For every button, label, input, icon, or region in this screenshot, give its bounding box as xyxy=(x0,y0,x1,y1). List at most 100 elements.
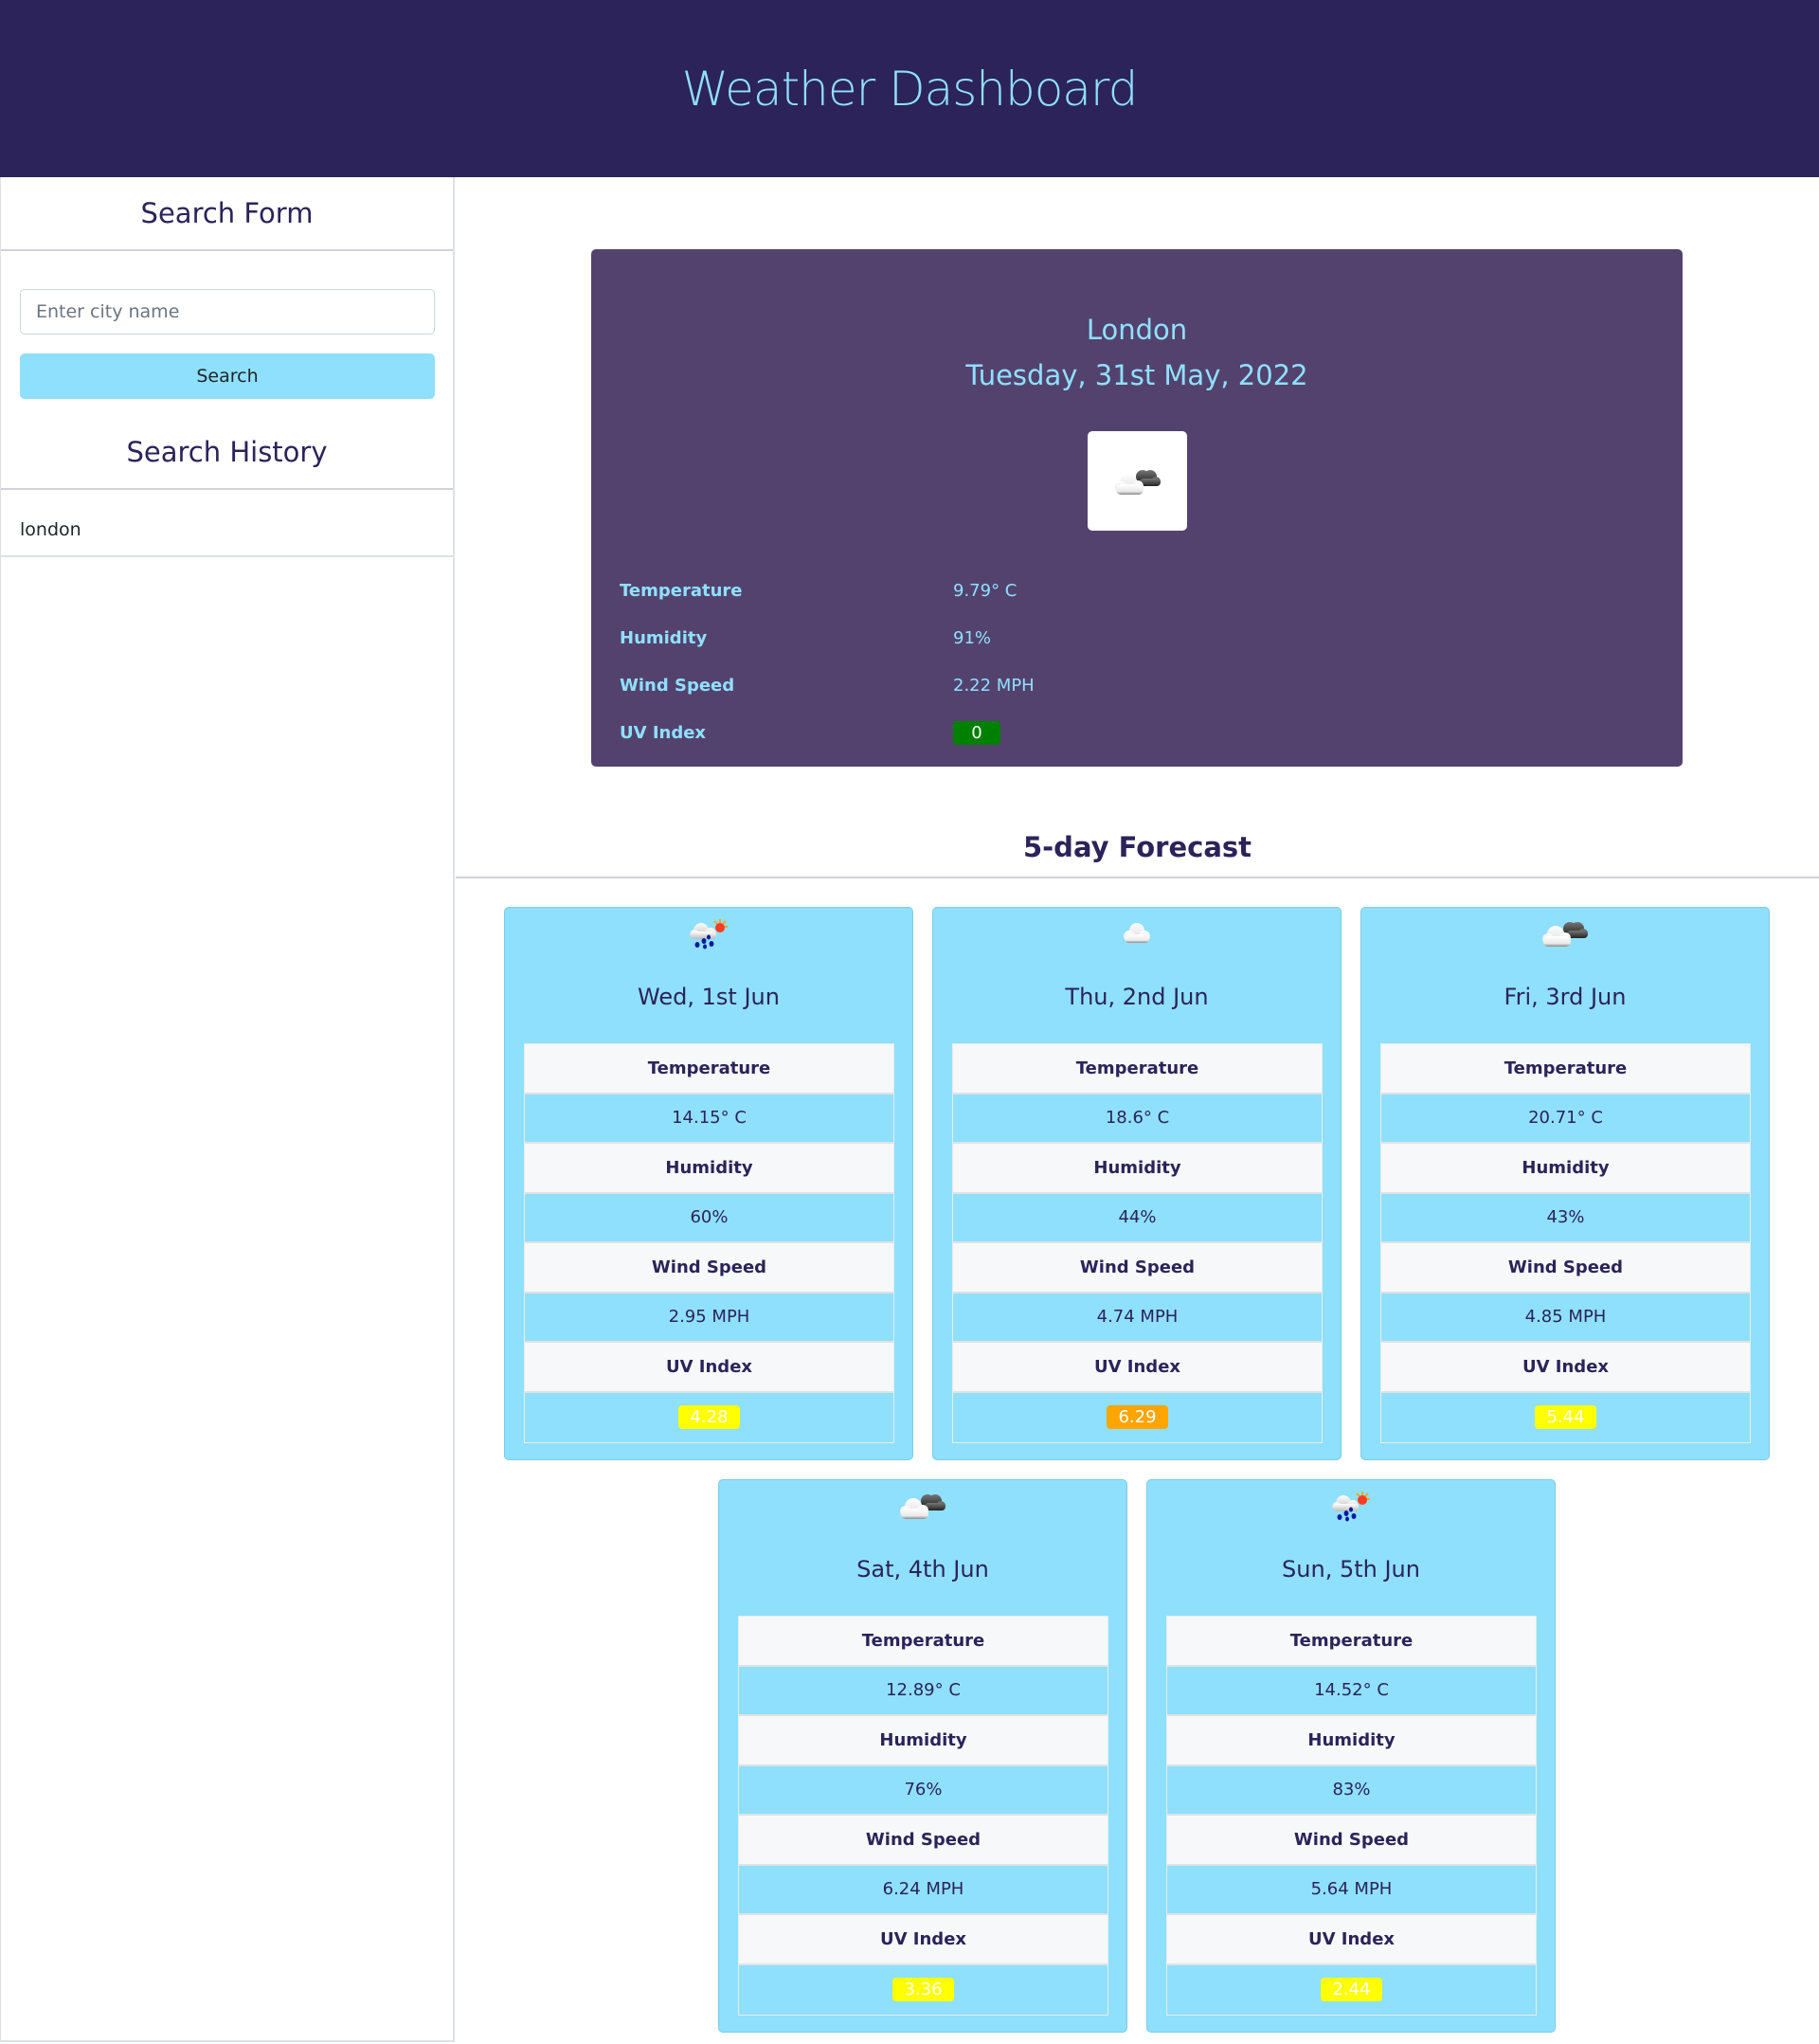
search-history-title: Search History xyxy=(1,416,453,490)
rain-sun-icon xyxy=(1332,1492,1370,1522)
forecast-label-wind-speed: Wind Speed xyxy=(1381,1243,1750,1293)
current-date: Tuesday, 31st May, 2022 xyxy=(965,359,1308,391)
forecast-value-temperature: 14.52° C xyxy=(1167,1666,1536,1716)
current-weather-icon-box xyxy=(1088,431,1187,531)
stat-row-wind-speed: Wind Speed 2.22 MPH xyxy=(620,661,1035,709)
forecast-card: Fri, 3rd Jun Temperature 20.71° C Humidi… xyxy=(1360,907,1770,1460)
forecast-label-humidity: Humidity xyxy=(1167,1716,1536,1766)
broken-clouds-icon xyxy=(1542,922,1588,947)
forecast-value-wind-speed: 6.24 MPH xyxy=(739,1865,1108,1915)
forecast-label-temperature: Temperature xyxy=(1381,1044,1750,1094)
forecast-card: Sat, 4th Jun Temperature 12.89° C Humidi… xyxy=(718,1479,1127,2033)
search-button[interactable]: Search xyxy=(20,353,435,399)
forecast-date: Thu, 2nd Jun xyxy=(1065,984,1209,1010)
uv-badge: 6.29 xyxy=(1107,1405,1168,1430)
forecast-table: Temperature 14.15° C Humidity 60% Wind S… xyxy=(524,1043,894,1443)
forecast-table: Temperature 14.52° C Humidity 83% Wind S… xyxy=(1166,1616,1537,2016)
stat-value: 9.79° C xyxy=(953,580,1018,601)
forecast-label-wind-speed: Wind Speed xyxy=(525,1243,893,1293)
broken-clouds-icon xyxy=(900,1494,946,1519)
forecast-value-temperature: 14.15° C xyxy=(525,1094,893,1144)
stat-label: UV Index xyxy=(620,722,707,743)
forecast-value-uv-index: 2.44 xyxy=(1167,1964,1536,2015)
current-city: London xyxy=(1086,314,1188,346)
forecast-value-uv-index: 6.29 xyxy=(953,1392,1322,1442)
forecast-label-uv-index: UV Index xyxy=(1381,1343,1750,1393)
forecast-label-uv-index: UV Index xyxy=(525,1343,893,1393)
search-form: Search xyxy=(1,251,453,416)
forecast-label-wind-speed: Wind Speed xyxy=(739,1816,1108,1866)
forecast-label-uv-index: UV Index xyxy=(739,1915,1108,1965)
stat-label: Humidity xyxy=(620,627,708,648)
forecast-value-humidity: 44% xyxy=(953,1193,1322,1243)
app-header: Weather Dashboard xyxy=(0,0,1819,177)
history-item[interactable]: london xyxy=(1,490,453,557)
stat-row-humidity: Humidity 91% xyxy=(620,614,1035,661)
forecast-label-humidity: Humidity xyxy=(1381,1144,1750,1194)
forecast-label-temperature: Temperature xyxy=(953,1044,1322,1094)
forecast-table: Temperature 20.71° C Humidity 43% Wind S… xyxy=(1380,1043,1751,1443)
forecast-date: Wed, 1st Jun xyxy=(638,984,780,1010)
forecast-date: Sat, 4th Jun xyxy=(856,1556,989,1583)
forecast-label-humidity: Humidity xyxy=(525,1144,893,1194)
forecast-value-uv-index: 4.28 xyxy=(525,1392,893,1442)
stat-value: 91% xyxy=(953,627,992,648)
cloud-icon xyxy=(1124,923,1150,943)
forecast-label-uv-index: UV Index xyxy=(1167,1915,1536,1965)
uv-badge: 3.36 xyxy=(892,1978,954,2002)
stat-value: 2.22 MPH xyxy=(953,675,1035,696)
forecast-value-humidity: 83% xyxy=(1167,1765,1536,1816)
city-search-input[interactable] xyxy=(20,289,435,335)
search-form-title: Search Form xyxy=(1,177,453,251)
uv-badge: 5.44 xyxy=(1535,1405,1596,1430)
stat-row-uv-index: UV Index 0 xyxy=(620,709,1035,756)
forecast-card: Sun, 5th Jun Temperature 14.52° C Humidi… xyxy=(1146,1479,1556,2033)
forecast-value-wind-speed: 4.74 MPH xyxy=(953,1293,1322,1343)
forecast-icon-wrap xyxy=(505,917,912,965)
stat-label: Temperature xyxy=(620,580,743,601)
forecast-card: Wed, 1st Jun Temperature 14.15° C Humidi… xyxy=(504,907,913,1460)
forecast-value-uv-index: 5.44 xyxy=(1381,1392,1750,1442)
current-stats: Temperature 9.79° C Humidity 91% Wind Sp… xyxy=(620,567,1035,756)
forecast-date: Fri, 3rd Jun xyxy=(1504,984,1627,1010)
forecast-label-wind-speed: Wind Speed xyxy=(953,1243,1322,1293)
forecast-label-temperature: Temperature xyxy=(739,1617,1108,1667)
forecast-label-temperature: Temperature xyxy=(1167,1617,1536,1667)
forecast-value-temperature: 18.6° C xyxy=(953,1094,1322,1144)
main-content: London Tuesday, 31st May, 2022 Temperatu… xyxy=(456,177,1819,2044)
forecast-label-humidity: Humidity xyxy=(953,1144,1322,1194)
rain-sun-icon xyxy=(690,919,728,950)
sidebar: Search Form Search Search History london xyxy=(0,177,455,2042)
forecast-value-temperature: 12.89° C xyxy=(739,1666,1108,1716)
forecast-icon-wrap xyxy=(1147,1490,1555,1537)
forecast-date: Sun, 5th Jun xyxy=(1282,1556,1420,1583)
forecast-title: 5-day Forecast xyxy=(456,818,1819,878)
forecast-value-uv-index: 3.36 xyxy=(739,1964,1108,2015)
forecast-value-wind-speed: 2.95 MPH xyxy=(525,1293,893,1343)
forecast-value-temperature: 20.71° C xyxy=(1381,1094,1750,1144)
forecast-label-humidity: Humidity xyxy=(739,1716,1108,1766)
forecast-value-humidity: 76% xyxy=(739,1765,1108,1816)
forecast-value-wind-speed: 4.85 MPH xyxy=(1381,1293,1750,1343)
forecast-label-uv-index: UV Index xyxy=(953,1343,1322,1393)
stat-row-temperature: Temperature 9.79° C xyxy=(620,567,1035,614)
app-title: Weather Dashboard xyxy=(681,61,1139,117)
forecast-table: Temperature 18.6° C Humidity 44% Wind Sp… xyxy=(952,1043,1323,1443)
stat-label: Wind Speed xyxy=(620,675,735,696)
current-weather-card: London Tuesday, 31st May, 2022 Temperatu… xyxy=(591,249,1683,767)
forecast-value-humidity: 60% xyxy=(525,1193,893,1243)
forecast-value-wind-speed: 5.64 MPH xyxy=(1167,1865,1536,1915)
forecast-card: Thu, 2nd Jun Temperature 18.6° C Humidit… xyxy=(932,907,1342,1460)
uv-badge: 4.28 xyxy=(678,1405,740,1430)
uv-badge: 2.44 xyxy=(1321,1978,1382,2002)
forecast-table: Temperature 12.89° C Humidity 76% Wind S… xyxy=(738,1616,1108,2016)
forecast-value-humidity: 43% xyxy=(1381,1193,1750,1243)
forecast-icon-wrap xyxy=(719,1490,1126,1537)
forecast-icon-wrap xyxy=(933,917,1341,965)
broken-clouds-icon xyxy=(1114,469,1161,495)
forecast-icon-wrap xyxy=(1361,917,1769,965)
forecast-label-temperature: Temperature xyxy=(525,1044,893,1094)
search-history-list: london xyxy=(1,490,453,557)
forecast-label-wind-speed: Wind Speed xyxy=(1167,1816,1536,1866)
uv-badge: 0 xyxy=(953,720,1000,745)
